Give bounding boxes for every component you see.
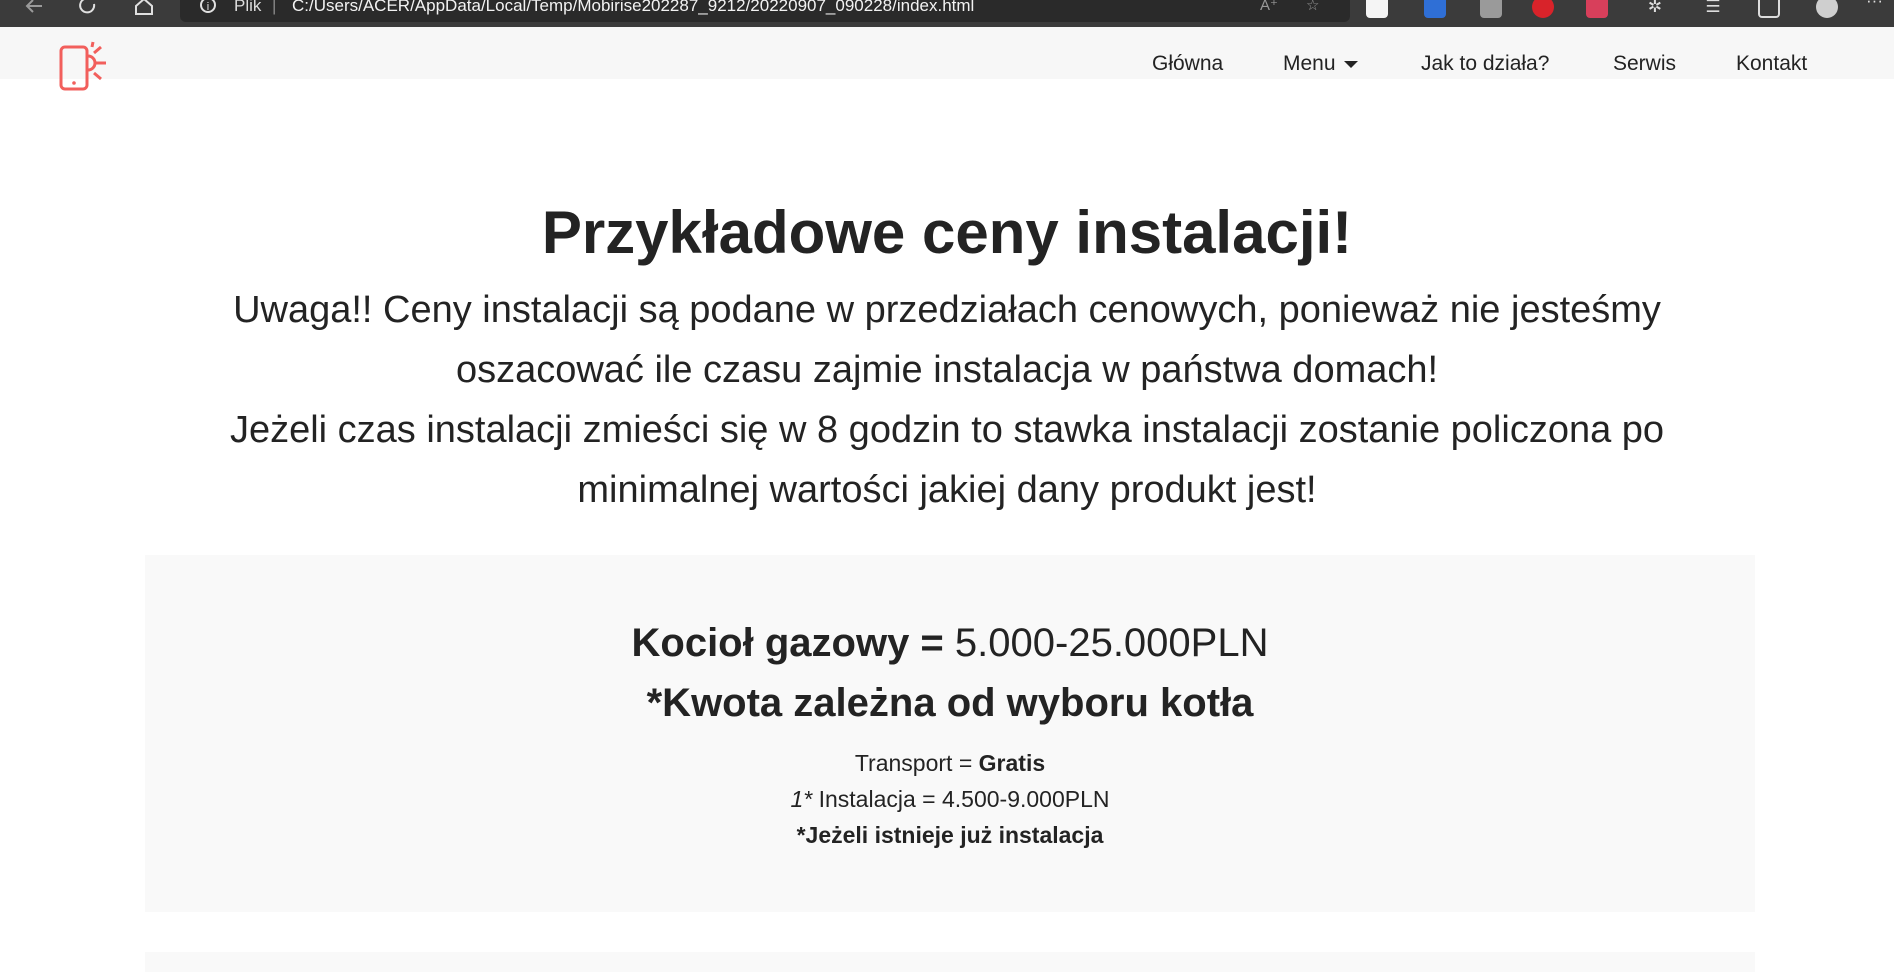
phone-light-logo-icon[interactable] (58, 41, 112, 95)
reload-icon[interactable] (76, 0, 100, 18)
read-aloud-icon[interactable]: A⁺ (1260, 0, 1278, 14)
protocol-label: Plik (234, 0, 262, 15)
profile-avatar-icon[interactable] (1816, 0, 1838, 18)
nav-serwis[interactable]: Serwis (1613, 52, 1676, 76)
url-text[interactable]: C:/Users/ACER/AppData/Local/Temp/Mobiris… (292, 0, 974, 16)
installation-price: Instalacja = 4.500-9.000PLN (812, 786, 1110, 812)
price-subtitle: *Kwota zależna od wyboru kotła (646, 681, 1254, 725)
back-arrow-icon[interactable] (22, 0, 46, 18)
nav-jak-to-dziala[interactable]: Jak to działa? (1421, 52, 1549, 76)
extension-t-icon[interactable] (1366, 0, 1388, 18)
next-price-card (145, 952, 1755, 972)
favorites-list-icon[interactable]: ☰ (1702, 0, 1724, 18)
intro-notes: Uwaga!! Ceny instalacji są podane w prze… (167, 280, 1727, 520)
site-info-icon[interactable]: i (200, 0, 216, 13)
installation-line: 1* Instalacja = 4.500-9.000PLN (145, 783, 1755, 815)
extension-gray-icon[interactable] (1480, 0, 1502, 18)
browser-toolbar: i Plik | C:/Users/ACER/AppData/Local/Tem… (0, 0, 1894, 27)
product-price-line: Kocioł gazowy = 5.000-25.000PLN (145, 619, 1755, 667)
price-card-gas-boiler: Kocioł gazowy = 5.000-25.000PLN *Kwota z… (145, 555, 1755, 912)
adblock-extension-icon[interactable] (1532, 0, 1554, 18)
page-title: Przykładowe ceny instalacji! (541, 199, 1353, 266)
caret-down-icon (1343, 60, 1358, 68)
extension-red-icon[interactable] (1586, 0, 1608, 18)
nav-glowna[interactable]: Główna (1152, 52, 1223, 76)
more-options-icon[interactable]: ··· (1866, 0, 1888, 18)
address-bar[interactable]: i Plik | C:/Users/ACER/AppData/Local/Tem… (180, 0, 1350, 22)
transport-value: Gratis (978, 750, 1046, 776)
nav-menu[interactable]: Menu (1283, 52, 1358, 76)
nav-kontakt[interactable]: Kontakt (1736, 52, 1807, 76)
minimum-rate-note: Jeżeli czas instalacji zmieści się w 8 g… (229, 409, 1665, 511)
site-header (0, 27, 1894, 91)
address-separator: | (272, 0, 277, 15)
product-label: Kocioł gazowy = (631, 621, 944, 665)
transport-label: Transport = (854, 750, 979, 776)
favorites-add-icon[interactable]: ☆ (1306, 0, 1319, 14)
installation-footnote: *Jeżeli istnieje już instalacja (796, 822, 1104, 848)
installation-prefix: 1* (790, 786, 813, 812)
nav-menu-label: Menu (1283, 52, 1336, 75)
transport-line: Transport = Gratis (145, 747, 1755, 779)
pricing-intro: Przykładowe ceny instalacji! Uwaga!! Cen… (0, 190, 1894, 520)
translate-extension-icon[interactable] (1424, 0, 1446, 18)
home-icon[interactable] (132, 0, 156, 18)
extensions-puzzle-icon[interactable]: ✲ (1644, 0, 1666, 18)
warning-note: Uwaga!! Ceny instalacji są podane w prze… (233, 289, 1661, 391)
product-price: 5.000-25.000PLN (943, 621, 1269, 665)
collections-icon[interactable] (1758, 0, 1780, 18)
